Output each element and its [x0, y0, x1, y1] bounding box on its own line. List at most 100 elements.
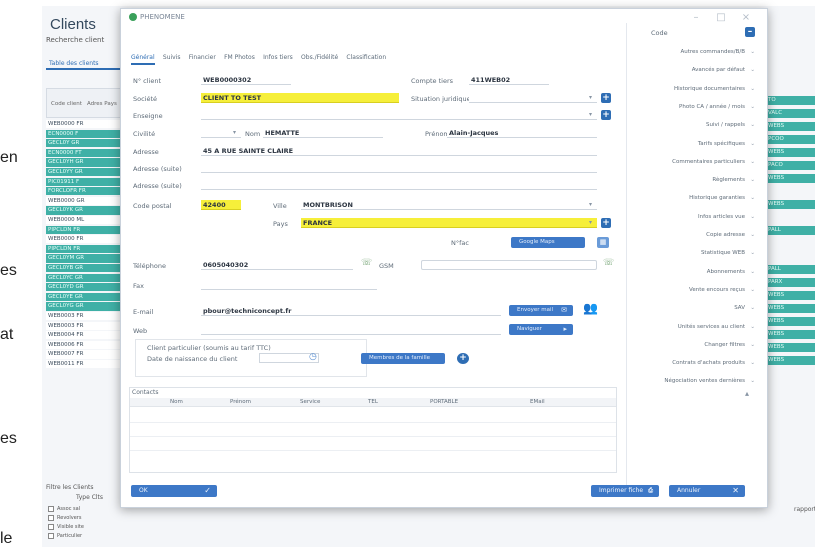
chevron-down-icon[interactable]: ▾ [233, 129, 236, 136]
map-grid-icon[interactable]: ▦ [597, 237, 609, 248]
table-row[interactable]: PALL [764, 265, 815, 274]
table-row[interactable]: WEBS [764, 330, 815, 339]
table-row[interactable]: WEB0006 FR [46, 340, 122, 349]
table-row[interactable]: WEB0004 FR [46, 331, 122, 340]
table-row[interactable]: PCOO [764, 135, 815, 144]
col-nom[interactable]: Nom [170, 399, 183, 405]
tel-field[interactable]: 0605040302 [201, 260, 353, 270]
action-menu-item[interactable]: Vente encours reçus ⌄ [631, 285, 757, 295]
add-situation-button[interactable]: + [601, 93, 611, 103]
table-row[interactable]: GECL0Y GR [46, 139, 122, 148]
table-row[interactable]: WEBS [764, 122, 815, 131]
table-row[interactable]: GECL0YK GR [46, 206, 122, 215]
chevron-up-icon[interactable]: ▴ [745, 389, 749, 398]
table-row[interactable]: WEBS [764, 200, 815, 209]
google-maps-button[interactable]: Google Maps [511, 237, 585, 248]
cp-field[interactable]: 42400 [201, 200, 241, 210]
table-row[interactable]: ECN0000 FT [46, 148, 122, 157]
enseigne-field[interactable] [201, 110, 597, 120]
table-row[interactable] [764, 187, 815, 196]
table-row[interactable]: GECL0YH GR [46, 158, 122, 167]
table-row[interactable]: GECL0YY GR [46, 168, 122, 177]
phone-icon[interactable]: ☏ [603, 258, 614, 268]
table-row[interactable]: WEB0003 FR [46, 312, 122, 321]
filter-checkbox[interactable]: Visible site [48, 523, 120, 531]
nom-field[interactable]: HEMATTE [263, 128, 383, 138]
table-row[interactable]: PIPCLDN FR [46, 225, 122, 234]
table-row[interactable]: WEB0003 FR [46, 321, 122, 330]
filter-checkbox[interactable]: Particulier [48, 532, 120, 540]
family-members-button[interactable]: Membres de la famille [361, 353, 445, 364]
panel-toggle-button[interactable]: – [745, 27, 755, 37]
client-num-field[interactable]: WEB0000302 [201, 75, 291, 85]
col-portable[interactable]: PORTABLE [430, 399, 458, 405]
ville-field[interactable]: MONTBRISON [301, 200, 597, 210]
action-menu-item[interactable]: Contrats d'achats produits ⌄ [631, 358, 757, 368]
col-tel[interactable]: TEL [368, 399, 378, 405]
col-prenom[interactable]: Prénom [230, 399, 251, 405]
contacts-icon[interactable]: 👥 [583, 301, 598, 315]
societe-field[interactable]: CLIENT TO TEST [201, 93, 399, 103]
tab-general[interactable]: Général [131, 54, 155, 65]
filter-checkbox[interactable]: Revolvers [48, 514, 120, 522]
table-row[interactable]: WEB0000 ML [46, 216, 122, 225]
chevron-down-icon[interactable]: ▾ [589, 219, 592, 226]
table-row[interactable] [764, 213, 815, 222]
action-menu-item[interactable]: Photo CA / année / mois ⌄ [631, 102, 757, 112]
action-menu-item[interactable]: Statistique WEB ⌄ [631, 248, 757, 258]
fax-field[interactable] [201, 280, 377, 290]
table-row[interactable]: WEBS [764, 174, 815, 183]
situation-select[interactable] [469, 93, 597, 103]
table-row[interactable]: PACO [764, 161, 815, 170]
web-field[interactable] [201, 325, 501, 335]
action-menu-item[interactable]: Changer filtres ⌄ [631, 340, 757, 350]
tab-infos-tiers[interactable]: Infos tiers [263, 54, 293, 63]
compte-field[interactable]: 411WEB02 [469, 75, 549, 85]
table-row[interactable]: GECL0YG GR [46, 302, 122, 311]
table-row[interactable]: WEB0011 FR [46, 360, 122, 369]
table-row[interactable]: PALL [764, 226, 815, 235]
email-field[interactable]: pbour@techniconcept.fr [201, 306, 501, 316]
action-menu-item[interactable]: Autres commandes/B/B ⌄ [631, 47, 757, 57]
table-row[interactable]: PIC01911 F [46, 177, 122, 186]
action-menu-item[interactable]: Historique garanties ⌄ [631, 193, 757, 203]
adresse-suite-field[interactable] [201, 163, 597, 173]
action-menu-item[interactable]: Tarifs spécifiques ⌄ [631, 139, 757, 149]
table-row[interactable]: GECL0YD GR [46, 283, 122, 292]
tab-client-table[interactable]: Table des clients [46, 58, 122, 70]
calendar-icon[interactable]: ◷ [309, 352, 317, 362]
pays-field[interactable]: FRANCE [301, 218, 597, 228]
action-menu-item[interactable]: Unités services au client ⌄ [631, 322, 757, 332]
particulier-checkbox[interactable]: Client particulier (soumis au tarif TTC) [147, 344, 271, 352]
action-menu-item[interactable]: Historique documentaires ⌄ [631, 84, 757, 94]
print-button[interactable]: Imprimer fiche ⎙ [591, 485, 659, 497]
tab-photos[interactable]: FM Photos [224, 54, 255, 63]
tab-suivis[interactable]: Suivis [163, 54, 181, 63]
tab-fidelite[interactable]: Obs./Fidélité [301, 54, 338, 63]
table-row[interactable] [764, 239, 815, 248]
tab-classification[interactable]: Classification [346, 54, 386, 63]
action-menu-item[interactable]: Infos articles vue ⌄ [631, 212, 757, 222]
send-mail-button[interactable]: Envoyer mail ✉ [509, 305, 573, 316]
table-row[interactable]: ECN0000 F [46, 129, 122, 138]
table-row[interactable]: TO [764, 96, 815, 105]
table-row[interactable]: WEBS [764, 317, 815, 326]
table-row[interactable]: GECL0YM GR [46, 254, 122, 263]
table-row[interactable]: WEBS [764, 356, 815, 365]
add-family-icon[interactable]: + [457, 353, 469, 364]
table-row[interactable]: WEBS [764, 291, 815, 300]
action-menu-item[interactable]: Avancés par défaut ⌄ [631, 65, 757, 75]
navigate-button[interactable]: Naviguer ▸ [509, 324, 573, 335]
table-row[interactable] [764, 252, 815, 261]
table-row[interactable]: GECL0YE GR [46, 292, 122, 301]
prenom-field[interactable]: Alain-Jacques [447, 128, 597, 138]
table-row[interactable]: WEBS [764, 343, 815, 352]
col-service[interactable]: Service [300, 399, 320, 405]
phone-icon[interactable]: ☏ [361, 258, 372, 268]
chevron-down-icon[interactable]: ▾ [589, 94, 592, 101]
table-row[interactable]: WEBS [764, 148, 815, 157]
table-row[interactable]: FORCLOFR FR [46, 187, 122, 196]
table-row[interactable]: WEB0000 FR [46, 120, 122, 129]
action-menu-item[interactable]: Commentaires particuliers ⌄ [631, 157, 757, 167]
add-pays-button[interactable]: + [601, 218, 611, 228]
